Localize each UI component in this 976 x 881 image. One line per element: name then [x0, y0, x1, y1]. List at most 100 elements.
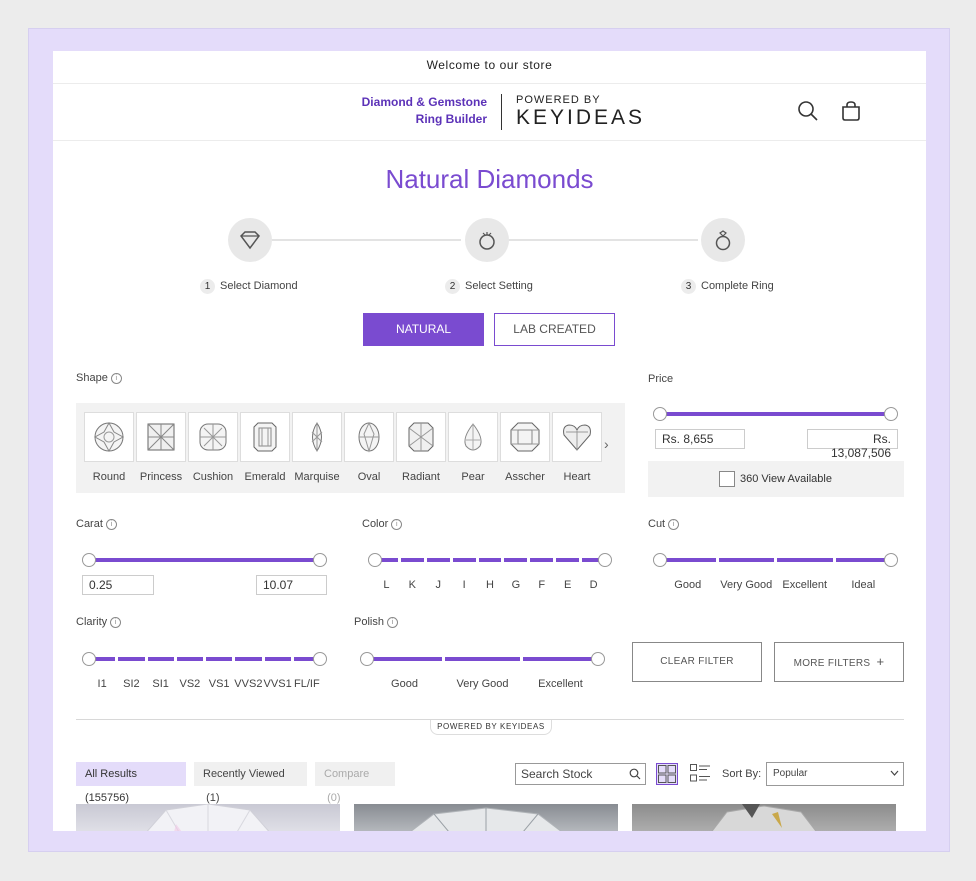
- color-label-text: Color: [362, 518, 389, 530]
- price-max-handle[interactable]: [884, 407, 898, 421]
- price-slider-track[interactable]: [660, 412, 891, 416]
- cut-segment[interactable]: [835, 558, 891, 562]
- carat-label-text: Carat: [76, 518, 103, 530]
- shape-cushion-label: Cushion: [192, 471, 234, 483]
- polish-label-text: Polish: [354, 616, 384, 628]
- info-icon[interactable]: i: [110, 373, 122, 384]
- product-card[interactable]: [354, 804, 618, 831]
- carat-min-handle[interactable]: [82, 553, 96, 567]
- more-filters-button[interactable]: MORE FILTERS +: [774, 642, 904, 682]
- cut-segment[interactable]: [660, 558, 716, 562]
- tab-compare[interactable]: Compare (0): [315, 762, 395, 804]
- step-3-number: 3: [681, 279, 696, 294]
- color-min-handle[interactable]: [368, 553, 382, 567]
- price-min-input[interactable]: Rs. 8,655: [655, 429, 745, 449]
- view-360-checkbox[interactable]: [719, 471, 735, 487]
- clarity-segment[interactable]: [264, 657, 291, 661]
- brand-divider: [501, 94, 502, 130]
- step-2-label[interactable]: 2 Select Setting: [445, 279, 533, 294]
- step-1-label[interactable]: 1 Select Diamond: [200, 279, 298, 294]
- color-max-handle[interactable]: [598, 553, 612, 567]
- store-page: Welcome to our store Diamond & Gemstone …: [53, 51, 926, 831]
- diamond-image: [711, 804, 817, 831]
- view-360-label: 360 View Available: [740, 473, 832, 485]
- shape-asscher[interactable]: Asscher: [500, 412, 550, 483]
- shape-heart[interactable]: Heart: [552, 412, 602, 483]
- step-connector-1: [272, 239, 461, 241]
- shape-pear[interactable]: Pear: [448, 412, 498, 483]
- product-card[interactable]: [632, 804, 896, 831]
- brand-title[interactable]: Diamond & Gemstone Ring Builder: [362, 94, 487, 128]
- view-360-filter: 360 View Available: [648, 461, 904, 497]
- sort-by-select[interactable]: Popular: [766, 762, 904, 786]
- carat-slider-track[interactable]: [89, 558, 320, 562]
- polish-segment[interactable]: [367, 657, 442, 661]
- step-1-circle[interactable]: [228, 218, 272, 262]
- shape-pear-label: Pear: [461, 471, 485, 483]
- color-segment[interactable]: [504, 558, 528, 562]
- step-2-circle[interactable]: [465, 218, 509, 262]
- info-icon[interactable]: i: [105, 519, 117, 530]
- shape-oval[interactable]: Oval: [344, 412, 394, 483]
- cut-segment[interactable]: [777, 558, 833, 562]
- cut-max-handle[interactable]: [884, 553, 898, 567]
- clear-filter-button[interactable]: CLEAR FILTER: [632, 642, 762, 682]
- chevron-right-icon[interactable]: ›: [604, 436, 609, 452]
- color-segment[interactable]: [452, 558, 476, 562]
- polish-max-handle[interactable]: [591, 652, 605, 666]
- shape-cushion[interactable]: Cushion: [188, 412, 238, 483]
- brand-line-1: Diamond & Gemstone: [361, 95, 487, 109]
- shape-round[interactable]: Round: [84, 412, 134, 483]
- clarity-tick-label: SI2: [123, 678, 140, 690]
- info-icon[interactable]: i: [391, 519, 403, 530]
- step-connector-2: [509, 239, 698, 241]
- clarity-segment[interactable]: [235, 657, 262, 661]
- color-segment[interactable]: [426, 558, 450, 562]
- shape-radiant[interactable]: Radiant: [396, 412, 446, 483]
- info-icon[interactable]: i: [110, 617, 122, 628]
- color-segment[interactable]: [556, 558, 580, 562]
- tab-recently-viewed[interactable]: Recently Viewed (1): [194, 762, 307, 804]
- clarity-max-handle[interactable]: [313, 652, 327, 666]
- carat-max-input[interactable]: 10.07: [256, 575, 327, 595]
- tab-all-results[interactable]: All Results (155756): [76, 762, 186, 804]
- info-icon[interactable]: i: [386, 617, 398, 628]
- shape-marquise[interactable]: Marquise: [292, 412, 342, 483]
- cart-icon[interactable]: [839, 99, 863, 123]
- search-stock-input[interactable]: Search Stock: [515, 763, 646, 785]
- price-min-handle[interactable]: [653, 407, 667, 421]
- clarity-segment[interactable]: [147, 657, 174, 661]
- carat-filter-label: Carat i: [76, 518, 117, 530]
- lab-created-toggle-button[interactable]: LAB CREATED: [494, 313, 615, 346]
- info-icon[interactable]: i: [668, 519, 680, 530]
- cut-segment[interactable]: [718, 558, 774, 562]
- list-view-icon[interactable]: [689, 763, 711, 785]
- announcement-bar: Welcome to our store: [53, 51, 926, 84]
- shape-emerald-label: Emerald: [244, 471, 286, 483]
- product-card[interactable]: [76, 804, 340, 831]
- search-icon[interactable]: [629, 768, 641, 780]
- color-segment[interactable]: [530, 558, 554, 562]
- carat-min-input[interactable]: 0.25: [82, 575, 154, 595]
- polish-segment[interactable]: [523, 657, 598, 661]
- color-segment[interactable]: [400, 558, 424, 562]
- natural-toggle-button[interactable]: NATURAL: [363, 313, 484, 346]
- shape-princess[interactable]: Princess: [136, 412, 186, 483]
- polish-min-handle[interactable]: [360, 652, 374, 666]
- shape-emerald[interactable]: Emerald: [240, 412, 290, 483]
- step-3-label[interactable]: 3 Complete Ring: [681, 279, 774, 294]
- cut-min-handle[interactable]: [653, 553, 667, 567]
- grid-view-icon[interactable]: [656, 763, 678, 785]
- shape-oval-label: Oval: [357, 471, 381, 483]
- clarity-segment[interactable]: [118, 657, 145, 661]
- more-filters-label: MORE FILTERS: [793, 658, 871, 669]
- step-3-circle[interactable]: [701, 218, 745, 262]
- clarity-segment[interactable]: [176, 657, 203, 661]
- clarity-segment[interactable]: [206, 657, 233, 661]
- search-icon[interactable]: [796, 99, 820, 123]
- polish-segment[interactable]: [445, 657, 520, 661]
- carat-max-handle[interactable]: [313, 553, 327, 567]
- price-max-input[interactable]: Rs. 13,087,506: [807, 429, 898, 460]
- clarity-min-handle[interactable]: [82, 652, 96, 666]
- color-segment[interactable]: [478, 558, 502, 562]
